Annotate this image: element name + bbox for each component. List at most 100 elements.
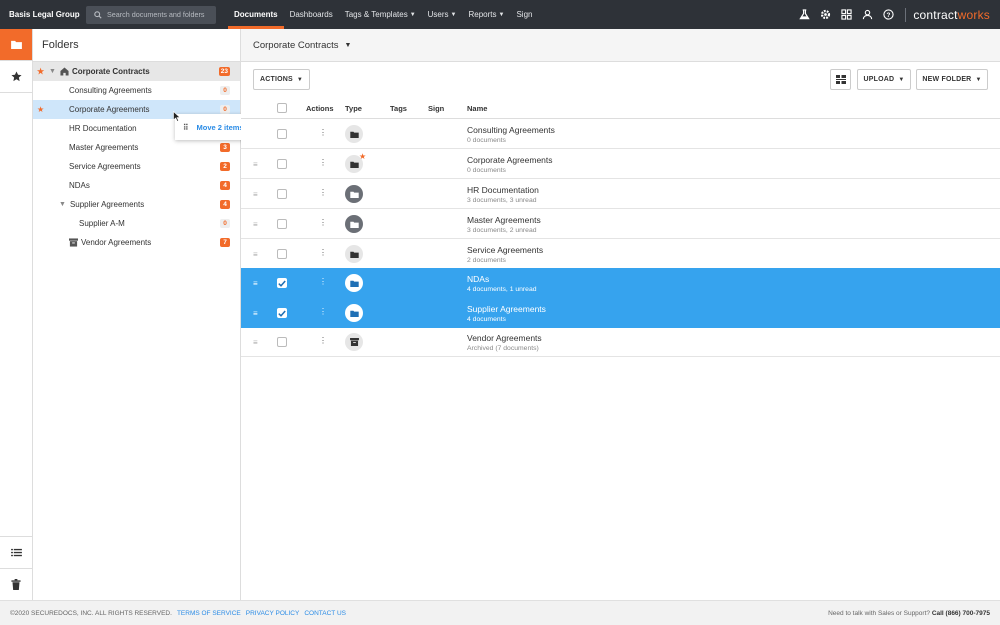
nav-tags-templates[interactable]: Tags & Templates ▼ [339, 0, 422, 29]
table-row[interactable]: ≡ ⋮ Service Agreements 2 documents [241, 239, 1000, 269]
folder-label: Vendor Agreements [81, 238, 152, 247]
row-checkbox[interactable] [277, 249, 287, 259]
row-checkbox[interactable] [277, 189, 287, 199]
table-row[interactable]: ≡ ⋮ HR Documentation 3 documents, 3 unre… [241, 179, 1000, 209]
more-actions-icon[interactable]: ⋮ [319, 277, 327, 286]
row-name[interactable]: Supplier Agreements [467, 304, 546, 314]
more-actions-icon[interactable]: ⋮ [319, 158, 327, 167]
view-toggle-button[interactable] [830, 69, 851, 90]
row-checkbox[interactable] [277, 219, 287, 229]
flask-icon[interactable] [794, 0, 815, 29]
actions-button[interactable]: ACTIONS ▼ [253, 69, 310, 90]
folder-icon [345, 125, 363, 143]
drag-handle-icon[interactable]: ≡ [253, 309, 258, 318]
column-actions[interactable]: Actions [306, 104, 334, 113]
nav-users[interactable]: Users ▼ [422, 0, 463, 29]
upload-button[interactable]: UPLOAD ▼ [857, 69, 911, 90]
drag-handle-icon[interactable]: ≡ [253, 279, 258, 288]
table-row[interactable]: ≡ ⋮ Master Agreements 3 documents, 2 unr… [241, 209, 1000, 239]
nav-dashboards[interactable]: Dashboards [284, 0, 339, 29]
chevron-down-icon: ▼ [898, 76, 905, 83]
folder-tree-item[interactable]: Service Agreements 2 [33, 157, 240, 176]
brand-part-a: contract [913, 7, 958, 22]
column-sign[interactable]: Sign [428, 104, 444, 113]
drag-handle-icon[interactable]: ≡ [253, 160, 258, 169]
org-name[interactable]: Basis Legal Group [0, 10, 86, 19]
folder-tree-item[interactable]: Vendor Agreements 7 [33, 233, 240, 252]
rail-trash-button[interactable] [0, 568, 32, 600]
folder-tree-item[interactable]: Master Agreements 3 [33, 138, 240, 157]
folder-tree-root[interactable]: ★ ▼ Corporate Contracts 23 [33, 62, 240, 81]
caret-down-icon[interactable]: ▼ [59, 201, 66, 208]
more-actions-icon[interactable]: ⋮ [319, 248, 327, 257]
column-tags[interactable]: Tags [390, 104, 407, 113]
terms-link[interactable]: TERMS OF SERVICE [177, 610, 241, 617]
row-name[interactable]: NDAs [467, 274, 489, 284]
star-icon[interactable]: ★ [37, 105, 44, 114]
row-name[interactable]: Vendor Agreements [467, 333, 542, 343]
apps-grid-icon[interactable] [836, 0, 857, 29]
new-folder-button[interactable]: NEW FOLDER ▼ [916, 69, 988, 90]
drag-handle-icon[interactable]: ≡ [253, 250, 258, 259]
chevron-down-icon[interactable]: ▼ [345, 42, 352, 49]
row-name[interactable]: Corporate Agreements [467, 155, 553, 165]
rail-list-button[interactable] [0, 536, 32, 568]
folder-tree-item[interactable]: NDAs 4 [33, 176, 240, 195]
more-actions-icon[interactable]: ⋮ [319, 307, 327, 316]
rail-favorites-button[interactable] [0, 61, 32, 93]
table-row-selected[interactable]: ≡ ⋮ NDAs 4 documents, 1 unread [241, 268, 1000, 298]
row-name[interactable]: HR Documentation [467, 185, 539, 195]
folder-tree-item[interactable]: Supplier A-M 0 [33, 214, 240, 233]
user-icon[interactable] [857, 0, 878, 29]
row-checkbox-checked[interactable] [277, 278, 287, 288]
contact-link[interactable]: CONTACT US [304, 610, 346, 617]
breadcrumb[interactable]: Corporate Contracts ▼ [241, 29, 1000, 62]
support-phone[interactable]: Call (866) 700-7975 [932, 610, 990, 617]
gear-icon[interactable] [815, 0, 836, 29]
drag-move-label: Move 2 items [196, 122, 244, 132]
nav-documents[interactable]: Documents [228, 0, 284, 29]
more-actions-icon[interactable]: ⋮ [319, 128, 327, 137]
folders-title: Folders [33, 29, 240, 62]
row-checkbox[interactable] [277, 337, 287, 347]
drag-handle-icon[interactable]: ≡ [253, 338, 258, 347]
drag-handle-icon[interactable]: ≡ [253, 190, 258, 199]
select-all-checkbox[interactable] [277, 103, 287, 113]
row-name[interactable]: Consulting Agreements [467, 125, 555, 135]
top-bar: Basis Legal Group Search documents and f… [0, 0, 1000, 29]
folder-tree-item[interactable]: ▼ Supplier Agreements 4 [33, 195, 240, 214]
help-icon[interactable]: ? [878, 0, 899, 29]
column-type[interactable]: Type [345, 104, 362, 113]
folder-label: NDAs [69, 181, 90, 190]
folder-tree-item[interactable]: Consulting Agreements 0 [33, 81, 240, 100]
row-subtitle: 4 documents, 1 unread [467, 286, 537, 293]
rail-folders-button[interactable] [0, 29, 32, 61]
row-checkbox[interactable] [277, 159, 287, 169]
search-input[interactable]: Search documents and folders [86, 5, 216, 24]
more-actions-icon[interactable]: ⋮ [319, 336, 327, 345]
nav-sign[interactable]: Sign [510, 0, 538, 29]
table-row[interactable]: ⋮ Consulting Agreements 0 documents [241, 119, 1000, 149]
folder-count-badge: 3 [220, 143, 230, 152]
privacy-link[interactable]: PRIVACY POLICY [246, 610, 300, 617]
row-checkbox-checked[interactable] [277, 308, 287, 318]
more-actions-icon[interactable]: ⋮ [319, 218, 327, 227]
folder-icon [345, 274, 363, 292]
column-name[interactable]: Name [467, 104, 487, 113]
table-row[interactable]: ≡ ⋮ Vendor Agreements Archived (7 docume… [241, 327, 1000, 357]
row-name[interactable]: Service Agreements [467, 245, 543, 255]
row-subtitle: Archived (7 documents) [467, 345, 539, 352]
brand-logo[interactable]: contractworks [905, 7, 990, 22]
caret-down-icon[interactable]: ▼ [49, 68, 56, 75]
table-row-selected[interactable]: ≡ ⋮ Supplier Agreements 4 documents [241, 298, 1000, 328]
drag-handle-icon[interactable]: ≡ [253, 220, 258, 229]
row-checkbox[interactable] [277, 129, 287, 139]
more-actions-icon[interactable]: ⋮ [319, 188, 327, 197]
table-row[interactable]: ≡ ⋮ ★ Corporate Agreements 0 documents [241, 149, 1000, 179]
folder-count-badge: 2 [220, 162, 230, 171]
nav-reports[interactable]: Reports ▼ [463, 0, 511, 29]
star-icon[interactable]: ★ [37, 67, 44, 76]
row-subtitle: 0 documents [467, 167, 506, 174]
row-subtitle: 3 documents, 3 unread [467, 197, 537, 204]
row-name[interactable]: Master Agreements [467, 215, 541, 225]
